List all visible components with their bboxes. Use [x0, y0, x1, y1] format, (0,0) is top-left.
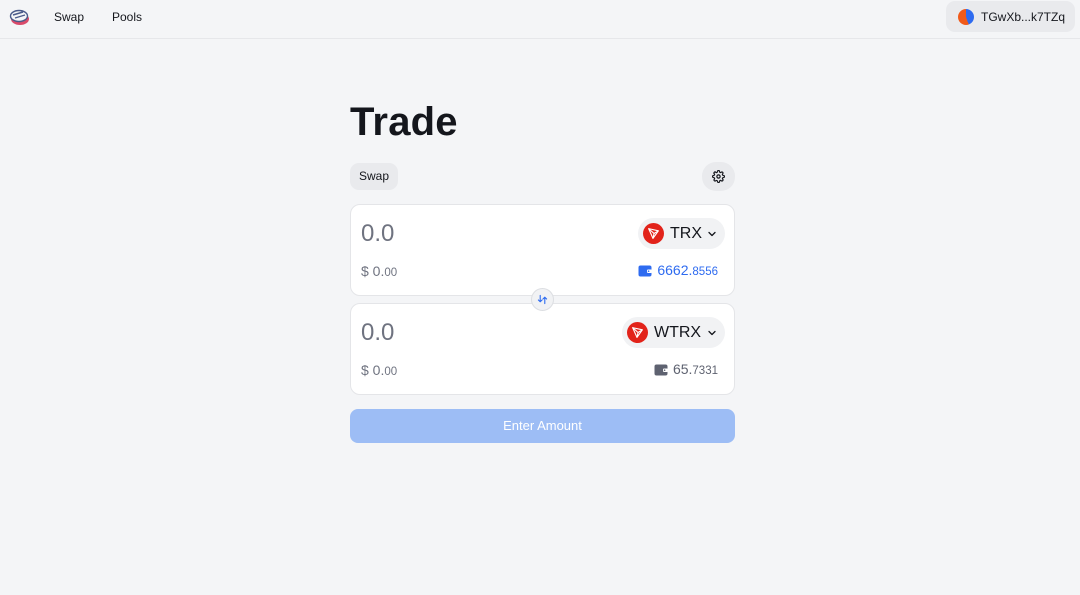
chevron-down-icon: [708, 330, 716, 336]
from-token-card: $ 0.00 TRX 6662.8556: [350, 204, 735, 296]
swap-arrows-icon: [537, 294, 548, 305]
from-usd-decimals: 00: [384, 267, 398, 279]
to-usd-decimals: 00: [384, 366, 398, 378]
from-balance-main: 6662.: [657, 262, 693, 278]
from-balance[interactable]: 6662.8556: [638, 262, 718, 278]
page-title: Trade: [350, 100, 458, 144]
from-token-selector[interactable]: TRX: [638, 218, 725, 249]
to-balance-decimals: 7331: [692, 365, 718, 377]
wallet-icon: [654, 364, 668, 376]
tron-token-icon: [643, 223, 664, 244]
app-logo-icon[interactable]: [9, 7, 31, 27]
to-token-symbol: WTRX: [654, 324, 702, 341]
gear-icon: [712, 170, 725, 183]
tron-token-icon: [627, 322, 648, 343]
to-usd-value: $ 0.00: [361, 362, 397, 380]
from-amount-input[interactable]: [361, 219, 561, 249]
wallet-button[interactable]: TGwXb...k7TZq: [946, 1, 1075, 32]
to-balance[interactable]: 65.7331: [654, 361, 718, 377]
nav-link-swap[interactable]: Swap: [54, 10, 84, 24]
wallet-avatar: [958, 9, 974, 25]
from-usd-value: $ 0.00: [361, 263, 397, 281]
to-usd-main: $ 0.: [361, 362, 385, 378]
top-navbar: Swap Pools TGwXb...k7TZq: [0, 0, 1080, 39]
from-usd-main: $ 0.: [361, 263, 385, 279]
to-token-selector[interactable]: WTRX: [622, 317, 725, 348]
to-balance-main: 65.: [672, 361, 693, 377]
enter-amount-button[interactable]: Enter Amount: [350, 409, 735, 443]
wallet-address: TGwXb...k7TZq: [981, 10, 1066, 24]
wallet-icon: [638, 265, 653, 277]
from-token-symbol: TRX: [670, 225, 702, 242]
chevron-down-icon: [708, 231, 716, 237]
nav-link-pools[interactable]: Pools: [112, 10, 142, 24]
to-token-card: $ 0.00 WTRX 65.7331: [350, 303, 735, 395]
settings-button[interactable]: [702, 162, 735, 191]
to-amount-input[interactable]: [361, 318, 561, 348]
swap-direction-button[interactable]: [531, 288, 554, 311]
from-balance-decimals: 8556: [692, 266, 718, 278]
tab-swap[interactable]: Swap: [350, 163, 398, 190]
